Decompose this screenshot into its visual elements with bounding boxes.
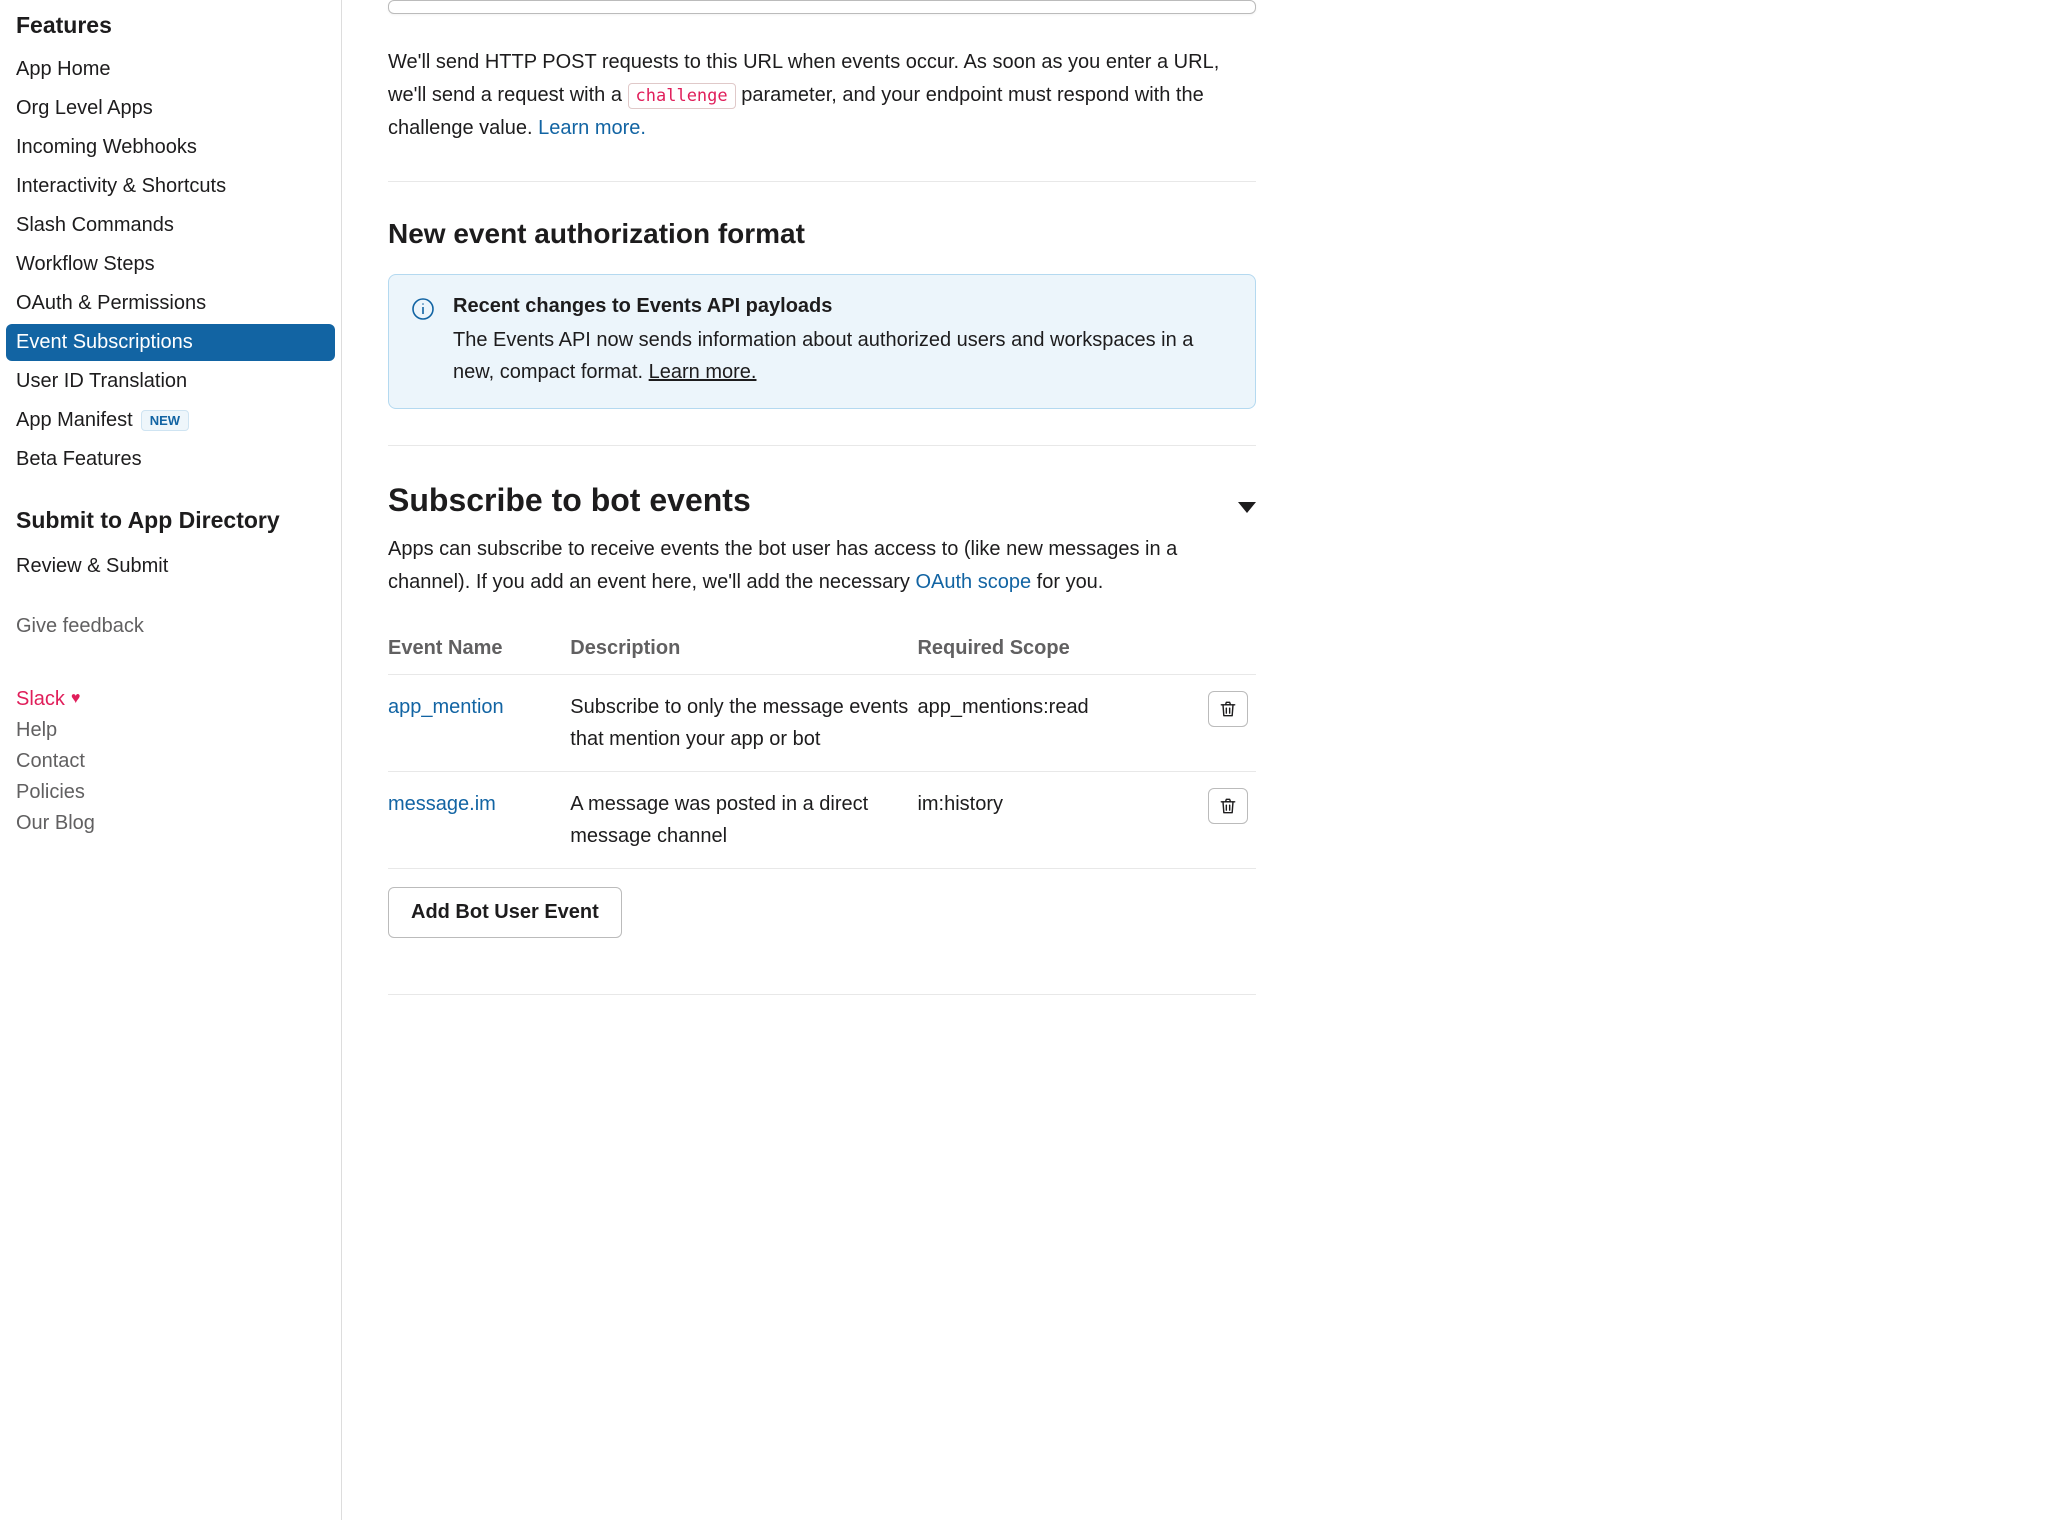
info-learn-more-link[interactable]: Learn more.	[649, 361, 757, 383]
event-scope: app_mentions:read	[917, 675, 1186, 772]
slack-heart-link[interactable]: Slack ♥	[16, 684, 325, 715]
give-feedback-link[interactable]: Give feedback	[16, 611, 325, 642]
delete-event-button[interactable]	[1208, 691, 1248, 727]
contact-link[interactable]: Contact	[16, 746, 325, 777]
info-box: Recent changes to Events API payloads Th…	[388, 274, 1256, 409]
sidebar-item-incoming-webhooks[interactable]: Incoming Webhooks	[6, 129, 335, 166]
info-body: The Events API now sends information abo…	[453, 324, 1233, 388]
add-bot-user-event-button[interactable]: Add Bot User Event	[388, 887, 622, 938]
sidebar-item-oauth-permissions[interactable]: OAuth & Permissions	[6, 285, 335, 322]
bot-events-description: Apps can subscribe to receive events the…	[388, 533, 1256, 599]
divider	[388, 445, 1256, 446]
sidebar-item-review-submit[interactable]: Review & Submit	[6, 548, 335, 585]
event-name-link[interactable]: app_mention	[388, 696, 504, 718]
policies-link[interactable]: Policies	[16, 777, 325, 808]
event-name-link[interactable]: message.im	[388, 793, 496, 815]
info-icon	[411, 297, 435, 321]
bot-events-table: Event Name Description Required Scope ap…	[388, 627, 1256, 869]
sidebar-item-org-level-apps[interactable]: Org Level Apps	[6, 90, 335, 127]
divider	[388, 181, 1256, 182]
request-url-box	[388, 0, 1256, 14]
delete-event-button[interactable]	[1208, 788, 1248, 824]
bot-events-title: Subscribe to bot events	[388, 482, 751, 519]
sidebar: Features App Home Org Level Apps Incomin…	[0, 0, 342, 1520]
main-content: We'll send HTTP POST requests to this UR…	[342, 0, 1302, 1520]
sidebar-item-event-subscriptions[interactable]: Event Subscriptions	[6, 324, 335, 361]
challenge-code: challenge	[628, 83, 736, 109]
sidebar-item-slash-commands[interactable]: Slash Commands	[6, 207, 335, 244]
sidebar-item-interactivity-shortcuts[interactable]: Interactivity & Shortcuts	[6, 168, 335, 205]
trash-icon	[1218, 699, 1238, 719]
header-required-scope: Required Scope	[917, 627, 1186, 675]
header-description: Description	[570, 627, 917, 675]
event-scope: im:history	[917, 772, 1186, 869]
event-description: Subscribe to only the message events tha…	[570, 675, 917, 772]
help-link[interactable]: Help	[16, 715, 325, 746]
header-event-name: Event Name	[388, 627, 570, 675]
learn-more-link[interactable]: Learn more.	[538, 117, 646, 139]
sidebar-item-beta-features[interactable]: Beta Features	[6, 441, 335, 478]
request-url-description: We'll send HTTP POST requests to this UR…	[388, 46, 1256, 145]
event-description: A message was posted in a direct message…	[570, 772, 917, 869]
sidebar-item-app-home[interactable]: App Home	[6, 51, 335, 88]
info-title: Recent changes to Events API payloads	[453, 295, 1233, 318]
table-row: app_mention Subscribe to only the messag…	[388, 675, 1256, 772]
new-badge: NEW	[141, 410, 189, 431]
sidebar-item-user-id-translation[interactable]: User ID Translation	[6, 363, 335, 400]
trash-icon	[1218, 796, 1238, 816]
sidebar-item-workflow-steps[interactable]: Workflow Steps	[6, 246, 335, 283]
caret-down-icon[interactable]	[1238, 502, 1256, 513]
features-heading: Features	[16, 0, 325, 49]
oauth-scope-link[interactable]: OAuth scope	[915, 571, 1031, 593]
table-row: message.im A message was posted in a dir…	[388, 772, 1256, 869]
our-blog-link[interactable]: Our Blog	[16, 808, 325, 839]
sidebar-item-app-manifest[interactable]: App Manifest NEW	[6, 402, 335, 439]
submit-heading: Submit to App Directory	[16, 494, 325, 546]
auth-format-title: New event authorization format	[388, 218, 1256, 250]
divider	[388, 994, 1256, 995]
heart-icon: ♥	[71, 690, 81, 708]
